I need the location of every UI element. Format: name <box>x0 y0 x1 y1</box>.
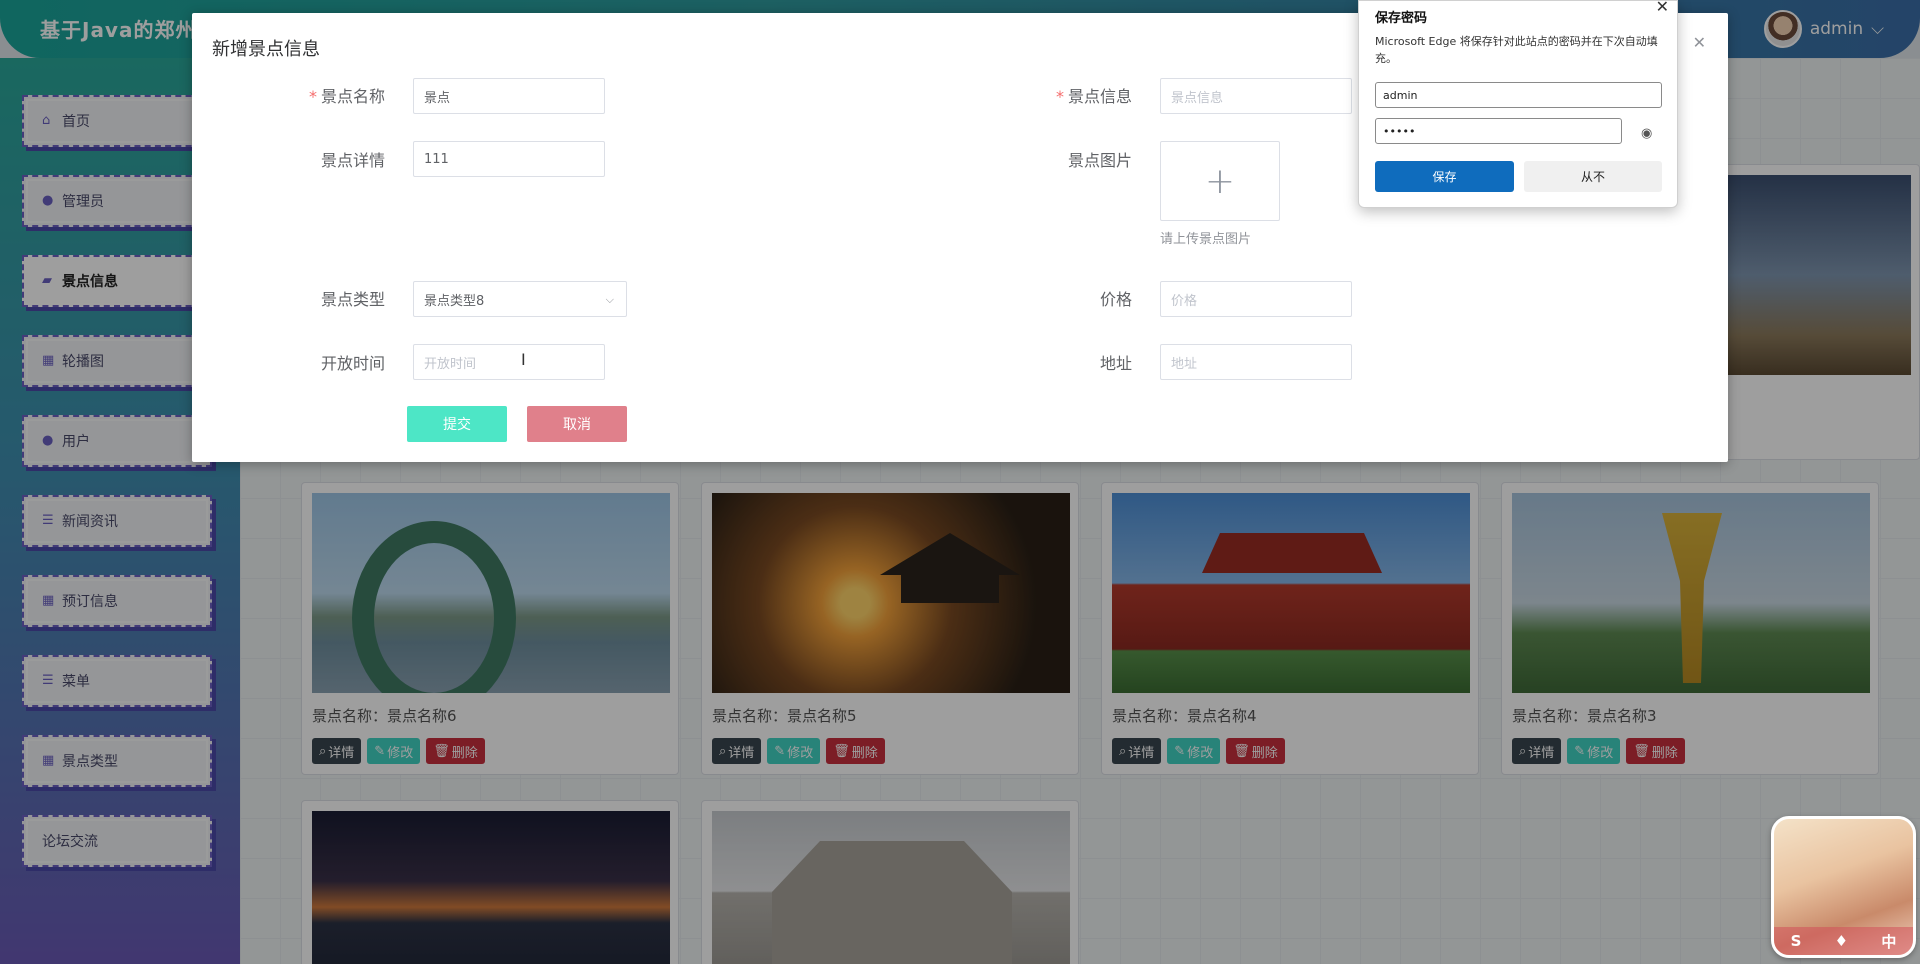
skin-icon[interactable]: ♦ <box>1835 932 1848 950</box>
info-input[interactable]: 景点信息 <box>1160 78 1352 114</box>
chevron-down-icon: ⌵ <box>605 293 614 306</box>
field-label-text: 景点名称 <box>320 87 385 106</box>
type-select[interactable]: 景点类型8 ⌵ <box>413 281 627 317</box>
required-mark: * <box>1055 87 1064 106</box>
save-password-button[interactable]: 保存 <box>1375 161 1514 192</box>
open-time-input[interactable]: 开放时间 <box>413 344 605 380</box>
field-label-open-time: 开放时间 <box>320 354 385 373</box>
image-upload[interactable]: + <box>1160 141 1280 221</box>
chinese-mode-icon[interactable]: 中 <box>1881 931 1896 952</box>
name-input[interactable]: 景点 <box>413 78 605 114</box>
field-label-type: 景点类型 <box>320 290 385 309</box>
popup-description: Microsoft Edge 将保存针对此站点的密码并在下次自动填充。 <box>1375 35 1658 65</box>
field-label-name: * 景点名称 <box>265 83 385 107</box>
detail-input[interactable]: 111 <box>413 141 605 177</box>
plus-icon: + <box>1204 160 1236 202</box>
field-label-detail: 景点详情 <box>320 151 385 170</box>
popup-title: 保存密码 <box>1375 11 1428 26</box>
field-label-address: 地址 <box>1099 354 1132 373</box>
sogou-icon[interactable]: S <box>1791 932 1802 950</box>
close-icon[interactable]: ✕ <box>1656 0 1669 16</box>
price-input[interactable]: 价格 <box>1160 281 1352 317</box>
close-icon[interactable]: ✕ <box>1693 33 1706 52</box>
field-label-text: 景点信息 <box>1067 87 1132 106</box>
required-mark: * <box>308 87 317 106</box>
field-label-image: 景点图片 <box>1067 151 1132 170</box>
ime-widget[interactable]: S ♦ 中 <box>1771 816 1916 958</box>
dialog-title: 新增景点信息 <box>212 39 320 60</box>
save-password-popup: 保存密码 ✕ Microsoft Edge 将保存针对此站点的密码并在下次自动填… <box>1358 0 1678 208</box>
upload-tip: 请上传景点图片 <box>1160 232 1252 247</box>
password-field[interactable]: ••••• <box>1375 118 1622 144</box>
address-input[interactable]: 地址 <box>1160 344 1352 380</box>
submit-button[interactable]: 提交 <box>407 406 507 442</box>
field-label-info: * 景点信息 <box>1012 83 1132 107</box>
ime-toolbar[interactable]: S ♦ 中 <box>1774 927 1913 955</box>
username-field[interactable]: admin <box>1375 82 1662 108</box>
never-button[interactable]: 从不 <box>1524 161 1662 192</box>
cancel-button[interactable]: 取消 <box>527 406 627 442</box>
field-label-price: 价格 <box>1099 290 1132 309</box>
text-cursor-icon: I <box>521 350 526 369</box>
type-select-value: 景点类型8 <box>424 293 485 309</box>
eye-icon[interactable]: ◉ <box>1641 126 1652 141</box>
